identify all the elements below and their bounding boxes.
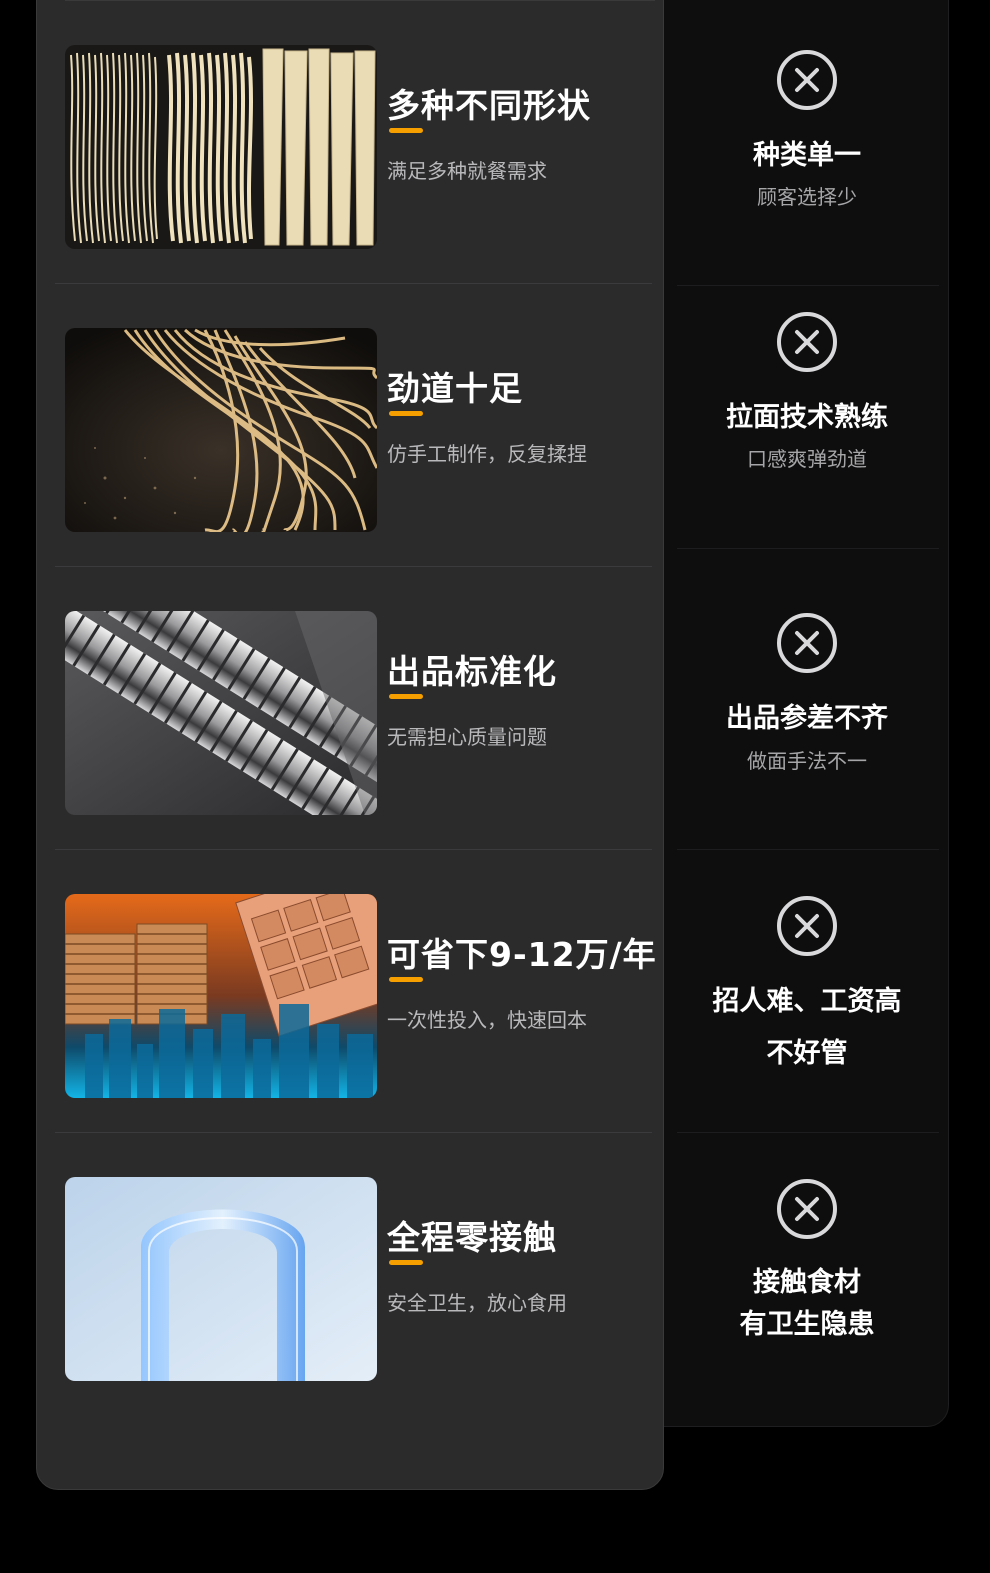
steel-rollers-image	[65, 611, 377, 815]
close-circle-icon	[776, 49, 838, 111]
accent-bar	[389, 977, 423, 982]
drawback-title: 接触食材	[753, 1267, 861, 1298]
coins-calculator-image	[65, 894, 377, 1098]
feature-title: 多种不同形状	[387, 86, 591, 125]
drawback-title: 出品参差不齐	[726, 703, 888, 734]
feature-title: 劲道十足	[387, 369, 523, 408]
feature-title: 全程零接触	[387, 1218, 557, 1257]
feature-item: 劲道十足 仿手工制作，反复揉捏	[55, 284, 655, 567]
tossed-noodles-image	[65, 328, 377, 532]
feature-description: 安全卫生，放心食用	[387, 1291, 567, 1315]
feature-item: 多种不同形状 满足多种就餐需求	[55, 1, 655, 284]
accent-bar	[389, 694, 423, 699]
feature-item: 出品标准化 无需担心质量问题	[55, 567, 655, 850]
traditional-comparison-panel: 种类单一 顾客选择少 拉面技术熟练 口感爽弹劲道 出品参差不齐 做面手法不一 招…	[648, 0, 949, 1427]
drawback-subtitle: 做面手法不一	[747, 749, 867, 773]
feature-description: 满足多种就餐需求	[387, 159, 547, 183]
feature-description: 仿手工制作，反复揉捏	[387, 442, 587, 466]
divider	[677, 1132, 939, 1133]
feature-description: 一次性投入，快速回本	[387, 1008, 587, 1032]
glass-u-shape-image	[65, 1177, 377, 1381]
drawback-title: 不好管	[766, 1038, 848, 1069]
close-circle-icon	[776, 311, 838, 373]
drawback-subtitle: 口感爽弹劲道	[747, 447, 867, 471]
divider	[677, 548, 939, 549]
drawback-title: 招人难、工资高	[712, 986, 902, 1017]
divider	[677, 285, 939, 286]
feature-title: 可省下9-12万/年	[387, 935, 657, 974]
feature-item: 全程零接触 安全卫生，放心食用	[65, 1133, 655, 1416]
close-circle-icon	[776, 612, 838, 674]
drawback-subtitle: 顾客选择少	[757, 185, 857, 209]
machine-advantages-panel: 多种不同形状 满足多种就餐需求 劲道十足 仿手工制作，反复揉捏 出品标准化 无需…	[36, 0, 664, 1490]
drawback-title: 有卫生隐患	[739, 1309, 875, 1340]
accent-bar	[389, 1260, 423, 1265]
feature-title: 出品标准化	[387, 652, 557, 691]
divider	[677, 849, 939, 850]
close-circle-icon	[776, 895, 838, 957]
feature-description: 无需担心质量问题	[387, 725, 547, 749]
feature-item: 可省下9-12万/年 一次性投入，快速回本	[55, 850, 657, 1133]
drawback-title: 种类单一	[753, 140, 861, 171]
noodle-shapes-image	[65, 45, 377, 249]
drawback-title: 拉面技术熟练	[726, 402, 888, 433]
accent-bar	[389, 128, 423, 133]
accent-bar	[389, 411, 423, 416]
close-circle-icon	[776, 1178, 838, 1240]
